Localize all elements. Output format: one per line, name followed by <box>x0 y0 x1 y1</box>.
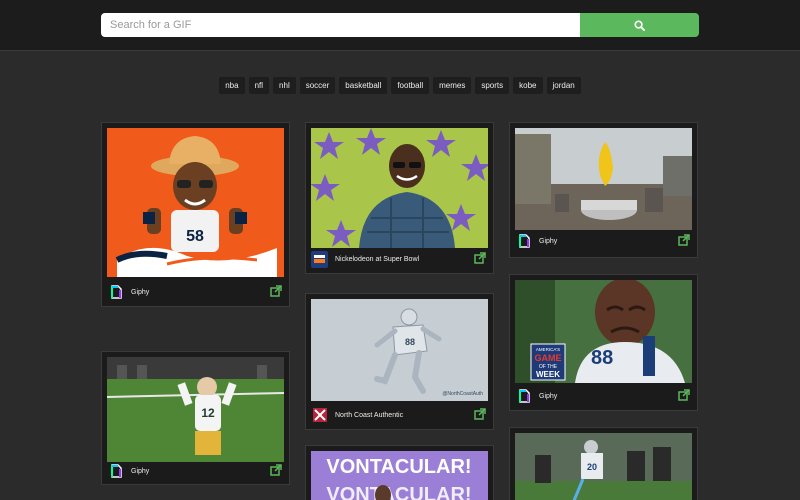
gif-thumbnail[interactable]: 88 @NorthCoastAuth <box>311 299 488 401</box>
external-link-icon[interactable] <box>474 407 486 420</box>
gif-thumbnail[interactable]: 20 <box>515 433 692 500</box>
gif-card[interactable]: 88 AMERICA'S GAME OF THE WEEK Giphy <box>509 274 698 411</box>
external-link-icon[interactable] <box>678 388 690 401</box>
tag-nhl[interactable]: nhl <box>273 77 296 94</box>
gif-headline: VONTACULAR! <box>326 456 471 478</box>
gif-card[interactable]: Giphy <box>509 122 698 258</box>
source-label: Giphy <box>131 467 150 475</box>
external-link-icon[interactable] <box>270 463 282 476</box>
tag-basketball[interactable]: basketball <box>339 77 388 94</box>
external-link-icon[interactable] <box>270 284 282 297</box>
gif-card[interactable]: Nickelodeon at Super Bowl <box>305 122 494 274</box>
search-input[interactable] <box>101 13 580 37</box>
source-label: Giphy <box>131 288 150 296</box>
top-bar <box>0 0 800 51</box>
gif-thumbnail[interactable]: 12 <box>107 357 284 462</box>
source-label: Giphy <box>539 392 558 400</box>
gif-card[interactable]: 88 @NorthCoastAuth North Coast Authentic <box>305 293 494 430</box>
tag-memes[interactable]: memes <box>433 77 472 94</box>
giphy-logo-icon <box>107 284 124 301</box>
caption-text: @NorthCoastAuth <box>442 391 483 397</box>
gif-headline-echo: VONTACULAR! <box>326 484 471 500</box>
search-icon <box>634 19 645 31</box>
tag-sports[interactable]: sports <box>475 77 510 94</box>
search-button[interactable] <box>580 13 699 37</box>
gif-thumbnail[interactable]: 58 <box>107 128 284 277</box>
jersey-number: 12 <box>201 406 215 420</box>
jersey-number: 88 <box>591 347 613 369</box>
source-label: Nickelodeon at Super Bowl <box>335 255 420 263</box>
gif-card[interactable]: VONTACULAR! VONTACULAR! <box>305 445 494 500</box>
badge-line-4: WEEK <box>536 370 560 379</box>
tag-kobe[interactable]: kobe <box>513 77 543 94</box>
jersey-number: 20 <box>587 462 597 472</box>
nickelodeon-logo-icon <box>311 250 328 268</box>
tag-soccer[interactable]: soccer <box>299 77 336 94</box>
gif-card[interactable]: 58 Giphy <box>101 122 290 307</box>
giphy-logo-icon <box>515 388 532 405</box>
tag-nba[interactable]: nba <box>219 77 245 94</box>
giphy-logo-icon <box>107 463 124 480</box>
tag-football[interactable]: football <box>391 77 430 94</box>
external-link-icon[interactable] <box>474 251 486 264</box>
gif-card[interactable]: 20 <box>509 427 698 500</box>
north-coast-logo-icon <box>311 407 328 424</box>
gif-card[interactable]: 12 Giphy <box>101 351 290 485</box>
tag-list: nba nfl nhl soccer basketball football m… <box>0 77 800 94</box>
jersey-number: 58 <box>186 228 204 245</box>
gif-thumbnail[interactable]: VONTACULAR! VONTACULAR! <box>311 451 488 500</box>
gif-thumbnail[interactable] <box>311 128 488 248</box>
gif-thumbnail[interactable] <box>515 128 692 230</box>
tag-jordan[interactable]: jordan <box>546 77 581 94</box>
badge-line-2: GAME <box>535 353 562 363</box>
external-link-icon[interactable] <box>678 233 690 246</box>
svg-text:88: 88 <box>405 337 415 347</box>
tag-nfl[interactable]: nfl <box>248 77 270 94</box>
badge-line-1: AMERICA'S <box>536 347 560 352</box>
source-label: North Coast Authentic <box>335 411 404 419</box>
gif-thumbnail[interactable]: 88 AMERICA'S GAME OF THE WEEK <box>515 280 692 383</box>
giphy-logo-icon <box>515 233 532 250</box>
source-label: Giphy <box>539 237 558 245</box>
